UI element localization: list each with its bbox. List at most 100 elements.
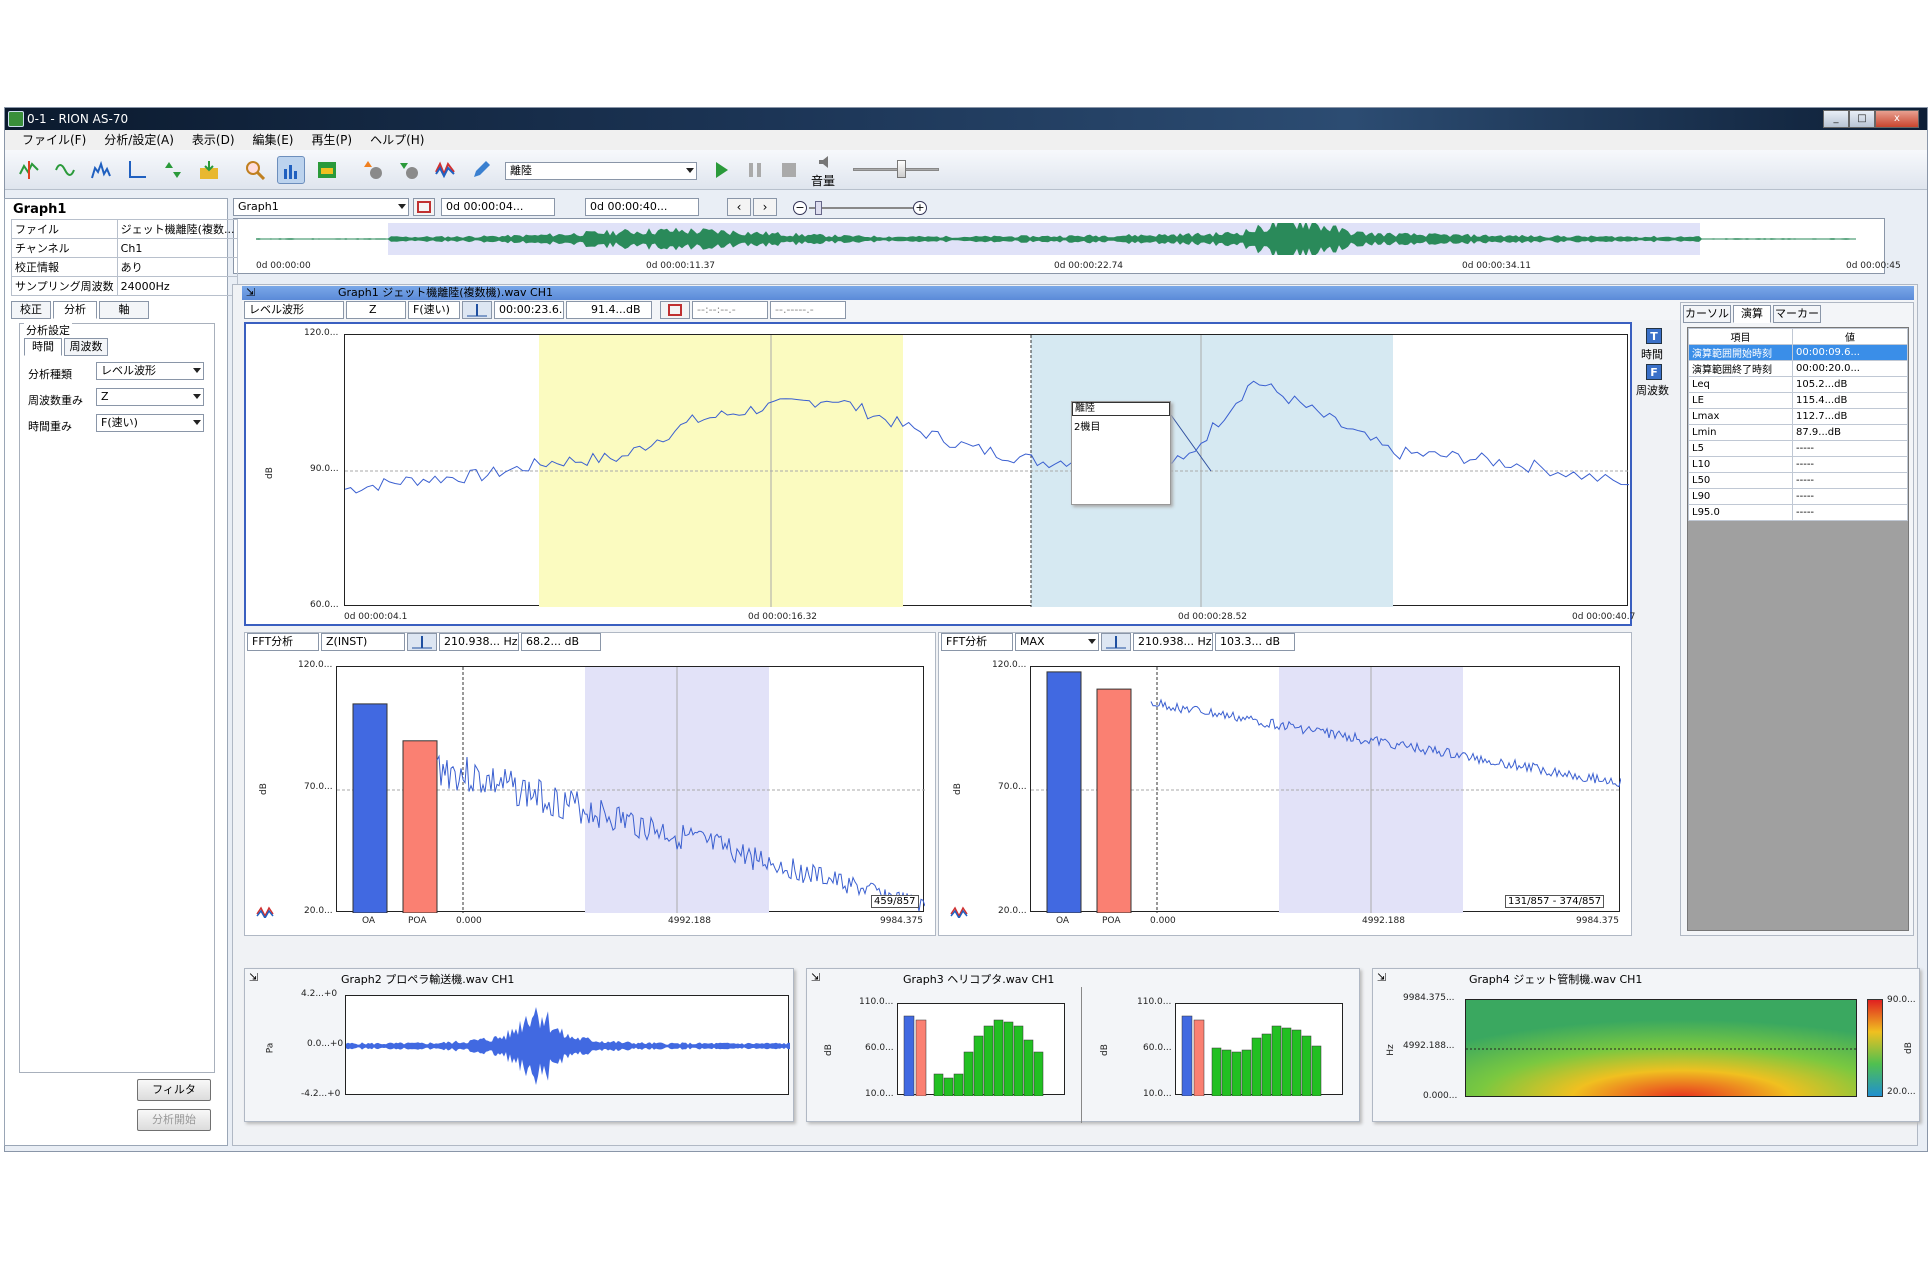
fft2-mode-select[interactable]: MAX: [1015, 633, 1099, 651]
edit-tool-button[interactable]: [467, 156, 495, 184]
table-row[interactable]: L95.0 -----: [1688, 504, 1908, 521]
fft1-chart[interactable]: [337, 667, 926, 914]
graph3-plot-right[interactable]: [1175, 1003, 1343, 1097]
minimize-button[interactable]: _: [1823, 110, 1849, 128]
track-select[interactable]: 離陸: [505, 162, 697, 180]
graph1-cursor-time[interactable]: 00:00:23.6...: [494, 301, 564, 319]
fft1-cursor-level[interactable]: 68.2... dB: [521, 633, 601, 651]
zoom-in-button[interactable]: +: [913, 201, 927, 215]
graph1-chart[interactable]: [344, 335, 1630, 607]
table-row[interactable]: L5 -----: [1688, 440, 1908, 457]
table-row[interactable]: 演算範囲終了時刻 00:00:20.0...: [1688, 360, 1908, 377]
menu-view[interactable]: 表示(D): [183, 130, 244, 150]
zoom-slider-thumb[interactable]: [815, 201, 822, 215]
time-mode-button[interactable]: T: [1646, 328, 1662, 344]
graph3-plot-left[interactable]: [897, 1003, 1065, 1097]
table-row[interactable]: L10 -----: [1688, 456, 1908, 473]
menu-play[interactable]: 再生(P): [302, 130, 361, 150]
tab-calibration[interactable]: 校正: [11, 301, 51, 319]
fft2-type-select[interactable]: FFT分析: [941, 633, 1013, 651]
wave-compare-icon[interactable]: [256, 906, 274, 920]
overview-end-time[interactable]: 0d 00:00:40...: [585, 198, 699, 216]
frequency-weight-select[interactable]: Z: [96, 388, 204, 406]
fft2-chart[interactable]: [1031, 667, 1622, 914]
settings-down-tool-button[interactable]: [395, 156, 423, 184]
axis-tool-button[interactable]: [123, 156, 151, 184]
menu-help[interactable]: ヘルプ(H): [361, 130, 433, 150]
wave-compare-tool-button[interactable]: [431, 156, 459, 184]
marker-popup-title[interactable]: 離陸: [1072, 402, 1170, 416]
pin-icon[interactable]: ⇲: [1377, 971, 1386, 984]
graph1-range-time[interactable]: --:--:--.-: [692, 301, 768, 319]
close-button[interactable]: x: [1875, 110, 1919, 128]
graph1-cursor-value[interactable]: 91.4...dB: [566, 301, 652, 319]
table-row[interactable]: Lmax 112.7...dB: [1688, 408, 1908, 425]
fft2-cursor-freq[interactable]: 210.938... Hz: [1133, 633, 1213, 651]
updown-tool-button[interactable]: [159, 156, 187, 184]
subtab-frequency[interactable]: 周波数: [64, 338, 108, 356]
prev-button[interactable]: ‹: [727, 198, 751, 216]
table-row[interactable]: L50 -----: [1688, 472, 1908, 489]
overview-waveform[interactable]: [256, 223, 1856, 255]
level-chart-tool-button[interactable]: [277, 156, 305, 184]
range-toggle-button[interactable]: [413, 198, 435, 216]
table-row[interactable]: L90 -----: [1688, 488, 1908, 505]
stop-button[interactable]: [775, 156, 803, 184]
range-toggle-button[interactable]: [660, 301, 690, 319]
tab-calculation[interactable]: 演算: [1733, 305, 1771, 323]
menu-analysis[interactable]: 分析/設定(A): [95, 130, 183, 150]
graph2-plot[interactable]: [345, 995, 790, 1095]
subtab-time[interactable]: 時間: [24, 338, 62, 356]
tab-cursor[interactable]: カーソル: [1683, 305, 1731, 323]
graph4-spectrogram[interactable]: [1465, 999, 1857, 1097]
table-row[interactable]: 演算範囲開始時刻 00:00:09.6...: [1688, 344, 1908, 361]
settings-up-tool-button[interactable]: [359, 156, 387, 184]
overview-graph-select[interactable]: Graph1: [233, 198, 409, 216]
marker-popup[interactable]: 離陸 2機目: [1071, 401, 1171, 505]
pause-button[interactable]: [741, 156, 769, 184]
graph1-range-value[interactable]: --.-----.-: [770, 301, 846, 319]
tab-analysis[interactable]: 分析: [53, 301, 97, 319]
marker-tool-button[interactable]: [241, 156, 269, 184]
tab-marker[interactable]: マーカー: [1773, 305, 1821, 323]
time-weight-select[interactable]: F(速い): [96, 414, 204, 432]
table-row[interactable]: Leq 105.2...dB: [1688, 376, 1908, 393]
import-tool-button[interactable]: [195, 156, 223, 184]
menu-edit[interactable]: 編集(E): [244, 130, 303, 150]
pin-icon[interactable]: ⇲: [246, 286, 255, 300]
level-wave-tool-button[interactable]: [15, 156, 43, 184]
overview-start-time[interactable]: 0d 00:00:04...: [441, 198, 555, 216]
fft1-plot[interactable]: 459/857: [336, 666, 926, 914]
analysis-type-select[interactable]: レベル波形: [96, 362, 204, 380]
next-button[interactable]: ›: [753, 198, 777, 216]
tab-axis[interactable]: 軸: [99, 301, 149, 319]
graph1-weight-select[interactable]: Z: [346, 301, 406, 319]
cursor-toggle-button[interactable]: [462, 301, 492, 319]
pin-icon[interactable]: ⇲: [249, 971, 258, 984]
fft2-cursor-level[interactable]: 103.3... dB: [1215, 633, 1295, 651]
fft1-type-select[interactable]: FFT分析: [247, 633, 319, 651]
spectrogram-tool-button[interactable]: [313, 156, 341, 184]
frequency-mode-button[interactable]: F: [1646, 364, 1662, 380]
graph1-plot[interactable]: 離陸 2機目: [344, 334, 1630, 607]
volume-slider-thumb[interactable]: [897, 160, 906, 178]
cursor-toggle-button[interactable]: [1101, 633, 1131, 651]
cursor-toggle-button[interactable]: [407, 633, 437, 651]
maximize-button[interactable]: □: [1849, 110, 1875, 128]
play-button[interactable]: [707, 156, 735, 184]
pin-icon[interactable]: ⇲: [811, 971, 820, 984]
graph1-header[interactable]: ⇲ Graph1 ジェット機離陸(複数機).wav CH1: [242, 286, 1914, 300]
graph2-panel[interactable]: ⇲ Graph2 プロペラ輸送機.wav CH1 4.2...+0 0.0...…: [244, 968, 794, 1122]
fft1-weight-select[interactable]: Z(INST): [321, 633, 405, 651]
zoom-slider[interactable]: [809, 207, 913, 209]
graph1-timeweight-select[interactable]: F(速い): [408, 301, 460, 319]
fft1-cursor-freq[interactable]: 210.938... Hz: [439, 633, 519, 651]
wave-compare-icon[interactable]: [950, 906, 968, 920]
filter-button[interactable]: フィルタ: [137, 1079, 211, 1101]
graph3-panel[interactable]: ⇲ Graph3 ヘリコプタ.wav CH1 110.0... 60.0... …: [806, 968, 1360, 1123]
title-bar[interactable]: 0-1 - RION AS-70 _ □ x: [5, 108, 1927, 130]
menu-file[interactable]: ファイル(F): [13, 130, 95, 150]
graph4-panel[interactable]: ⇲ Graph4 ジェット管制機.wav CH1 9984.375... 499…: [1372, 968, 1920, 1122]
table-row[interactable]: Lmin 87.9...dB: [1688, 424, 1908, 441]
marker-popup-item[interactable]: 2機目: [1072, 418, 1170, 433]
